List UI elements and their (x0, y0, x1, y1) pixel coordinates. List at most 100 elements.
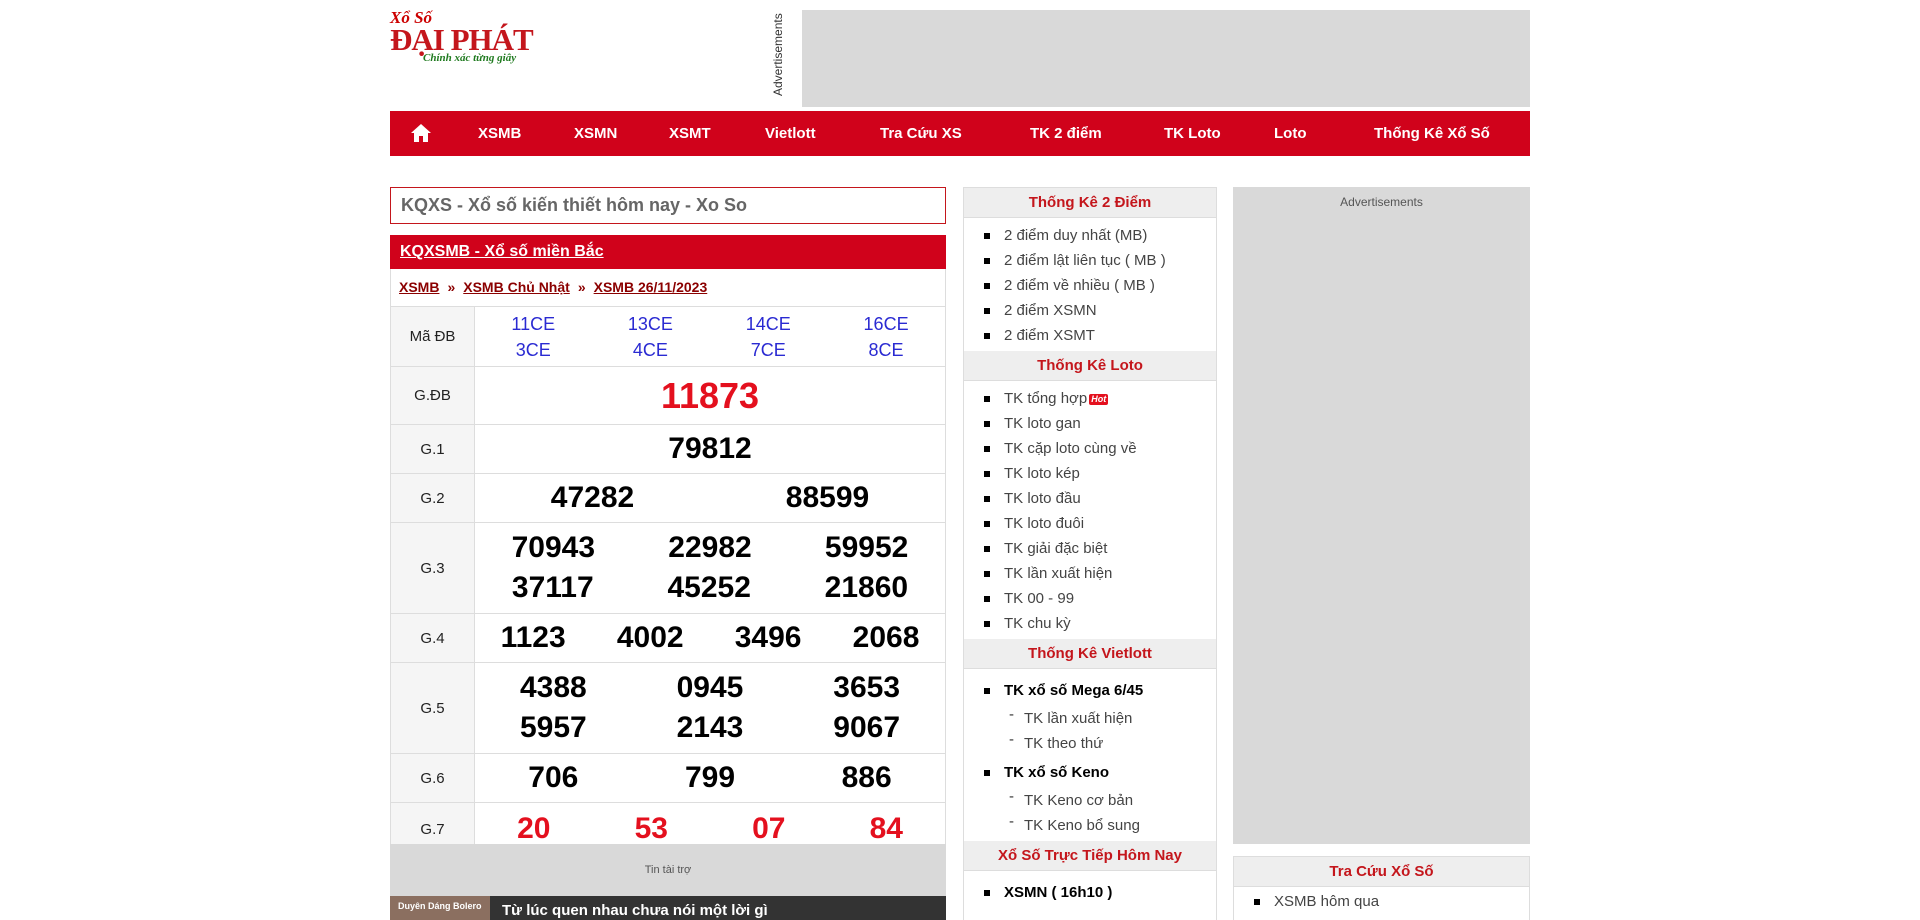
prize-number: 9067 (833, 711, 901, 744)
sidebar-link-label: TK loto đầu (1004, 490, 1081, 507)
nav-item-tra-cuu-xs[interactable]: Tra Cứu XS (880, 111, 962, 156)
nav-item-thong-ke-xo-so[interactable]: Thống Kê Xổ Số (1374, 111, 1490, 156)
prize-number: 84 (869, 812, 903, 845)
table-row: G.ĐB 11873 (390, 366, 946, 425)
sidebar-link[interactable]: TK loto đuôi (964, 511, 1216, 536)
prize-label: G.1 (390, 424, 475, 474)
nav-item-tk-loto[interactable]: TK Loto (1164, 111, 1221, 156)
breadcrumb-xsmb[interactable]: XSMB (399, 279, 439, 295)
sidebar-link-label: TK lần xuất hiện (1004, 565, 1113, 582)
video-thumbnail[interactable]: Duyên Dáng Bolero (390, 896, 490, 920)
sidebar-link[interactable]: TK Keno cơ bản (964, 784, 1216, 813)
prize-numbers-cell: 79812 (474, 424, 946, 474)
nav-item-loto[interactable]: Loto (1274, 111, 1306, 156)
results-title-bar: KQXSMB - Xổ số miền Bắc (390, 235, 946, 269)
tra-cuu-box: Tra Cứu Xổ Số XSMB hôm qua (1233, 856, 1530, 920)
breadcrumb-separator: » (577, 279, 586, 295)
sidebar-link-label: TK 00 - 99 (1004, 590, 1075, 607)
sidebar-link[interactable]: TK cặp loto cùng về (964, 436, 1216, 461)
sidebar-link[interactable]: TK loto kép (964, 461, 1216, 486)
sidebar-link-label: TK loto gan (1004, 415, 1081, 432)
sidebar-link[interactable]: TK lần xuất hiện (964, 561, 1216, 586)
sidebar-link-label: TK xổ số Mega 6/45 (1004, 682, 1144, 699)
sidebar-link-label: TK lần xuất hiện (1024, 710, 1133, 727)
sidebar-list: TK xổ số Mega 6/45 TK lần xuất hiện TK the… (964, 669, 1216, 841)
ma-db-code: 4CE (632, 339, 668, 360)
prize-label: Mã ĐB (390, 306, 475, 367)
sidebar-link[interactable]: TK loto gan (964, 411, 1216, 436)
prize-number: 706 (528, 761, 579, 794)
sidebar-link[interactable]: TK 00 - 99 (964, 586, 1216, 611)
video-title[interactable]: Từ lúc quen nhau chưa nói một lời gì (502, 902, 768, 919)
ma-db-code-pair: 11CE 3CE (511, 311, 555, 363)
sidebar-link[interactable]: TK loto đầu (964, 486, 1216, 511)
right-ad-slot[interactable]: Advertisements (1233, 187, 1530, 844)
sidebar-link[interactable]: XSMN ( 16h10 ) (964, 878, 1216, 908)
sidebar-link[interactable]: TK Keno bổ sung (964, 809, 1216, 838)
tra-cuu-item[interactable]: XSMB hôm qua (1234, 887, 1529, 917)
sponsored-video[interactable]: Duyên Dáng Bolero Từ lúc quen nhau chưa … (390, 896, 946, 920)
prize-number-line: 20 53 07 84 (475, 812, 945, 846)
sidebar-link[interactable]: TK theo thứ (964, 727, 1216, 756)
sidebar-link[interactable]: TK giải đặc biệt (964, 536, 1216, 561)
breadcrumb-xsmb-date[interactable]: XSMB 26/11/2023 (594, 279, 708, 295)
prize-number-line: 47282 88599 (475, 481, 945, 515)
table-row: G.4 1123 4002 3496 2068 (390, 613, 946, 663)
top-banner-ad[interactable] (802, 10, 1530, 107)
prize-number: 70943 (511, 531, 596, 564)
nav-item-vietlott[interactable]: Vietlott (765, 111, 816, 156)
nav-item-xsmt[interactable]: XSMT (669, 111, 711, 156)
sidebar-link-label: 2 điểm XSMN (1004, 302, 1097, 319)
lottery-results-table: Mã ĐB 11CE 3CE 13CE 4CE 14CE 7CE 16CE 8CE G.ĐB 1… (390, 306, 946, 856)
breadcrumb-xsmb-chu-nhat[interactable]: XSMB Chủ Nhật (463, 279, 570, 295)
page-heading-box: KQXS - Xổ số kiến thiết hôm nay - Xo So (390, 187, 946, 224)
sidebar-link[interactable]: TK tổng hợp Hot (964, 386, 1216, 411)
sidebar-link[interactable]: 2 điểm XSMN (964, 298, 1216, 323)
site-logo[interactable]: Xổ Số ĐẠI PHÁT Chính xác từng giây (390, 8, 540, 70)
sidebar-link[interactable]: 2 điểm XSMT (964, 323, 1216, 348)
ma-db-code: 8CE (868, 339, 904, 360)
prize-numbers-cell: 706 799 886 (474, 753, 946, 803)
sidebar-link[interactable]: TK lần xuất hiện (964, 702, 1216, 731)
home-icon[interactable] (410, 123, 432, 143)
table-row: G.5 4388 0945 3653 5957 2143 9067 (390, 662, 946, 754)
prize-number-line: 706 799 886 (475, 761, 945, 795)
results-title-link[interactable]: KQXSMB - Xổ số miền Bắc (400, 243, 604, 260)
tra-cuu-list: XSMB hôm qua (1234, 887, 1529, 917)
sponsor-area: Tin tài trợ (390, 844, 946, 896)
prize-number-line: 11873 (475, 375, 945, 417)
prize-number: 53 (634, 812, 668, 845)
prize-number: 5957 (519, 711, 587, 744)
breadcrumb: XSMB » XSMB Chủ Nhật » XSMB 26/11/2023 (390, 269, 946, 306)
sidebar-link-label: TK giải đặc biệt (1004, 540, 1108, 557)
sidebar-link[interactable]: TK chu kỳ (964, 611, 1216, 636)
sidebar-list: TK tổng hợp Hot TK loto gan TK cặp loto cùn… (964, 381, 1216, 639)
sidebar-link[interactable]: TK xổ số Mega 6/45 (964, 676, 1216, 706)
ma-db-code: 16CE (863, 313, 909, 334)
advertisement-label-text: Advertisements (771, 13, 785, 96)
sidebar-link[interactable]: 2 điểm về nhiều ( MB ) (964, 273, 1216, 298)
prize-number-line: 4388 0945 3653 (475, 668, 945, 708)
breadcrumb-separator: » (447, 279, 456, 295)
table-row: G.3 70943 22982 59952 37117 45252 21860 (390, 522, 946, 614)
nav-item-xsmb[interactable]: XSMB (478, 111, 521, 156)
right-ad-label: Advertisements (1340, 195, 1423, 209)
prize-numbers-cell: 4388 0945 3653 5957 2143 9067 (474, 662, 946, 754)
sidebar-link[interactable]: 2 điểm duy nhất (MB) (964, 223, 1216, 248)
nav-item-tk-2-diem[interactable]: TK 2 điểm (1030, 111, 1102, 156)
table-row-ma-db: Mã ĐB 11CE 3CE 13CE 4CE 14CE 7CE 16CE 8CE (390, 306, 946, 367)
prize-rows: G.ĐB 11873 G.1 79812 G.2 47282 88599 G.3 70943 22… (390, 366, 946, 856)
sidebar-link-label: TK theo thứ (1024, 735, 1104, 752)
prize-label: G.5 (390, 662, 475, 754)
prize-numbers-cell: 1123 4002 3496 2068 (474, 613, 946, 663)
nav-item-xsmn[interactable]: XSMN (574, 111, 617, 156)
prize-label: G.4 (390, 613, 475, 663)
prize-label: G.ĐB (390, 366, 475, 425)
sidebar-link[interactable]: TK xổ số Keno (964, 758, 1216, 788)
prize-number-line: 70943 22982 59952 (475, 528, 945, 568)
prize-number: 07 (752, 812, 786, 845)
ma-db-code: 11CE (511, 313, 556, 334)
ma-db-code: 7CE (750, 339, 786, 360)
prize-number-line: 1123 4002 3496 2068 (475, 621, 945, 655)
sidebar-link[interactable]: 2 điểm lật liên tục ( MB ) (964, 248, 1216, 273)
